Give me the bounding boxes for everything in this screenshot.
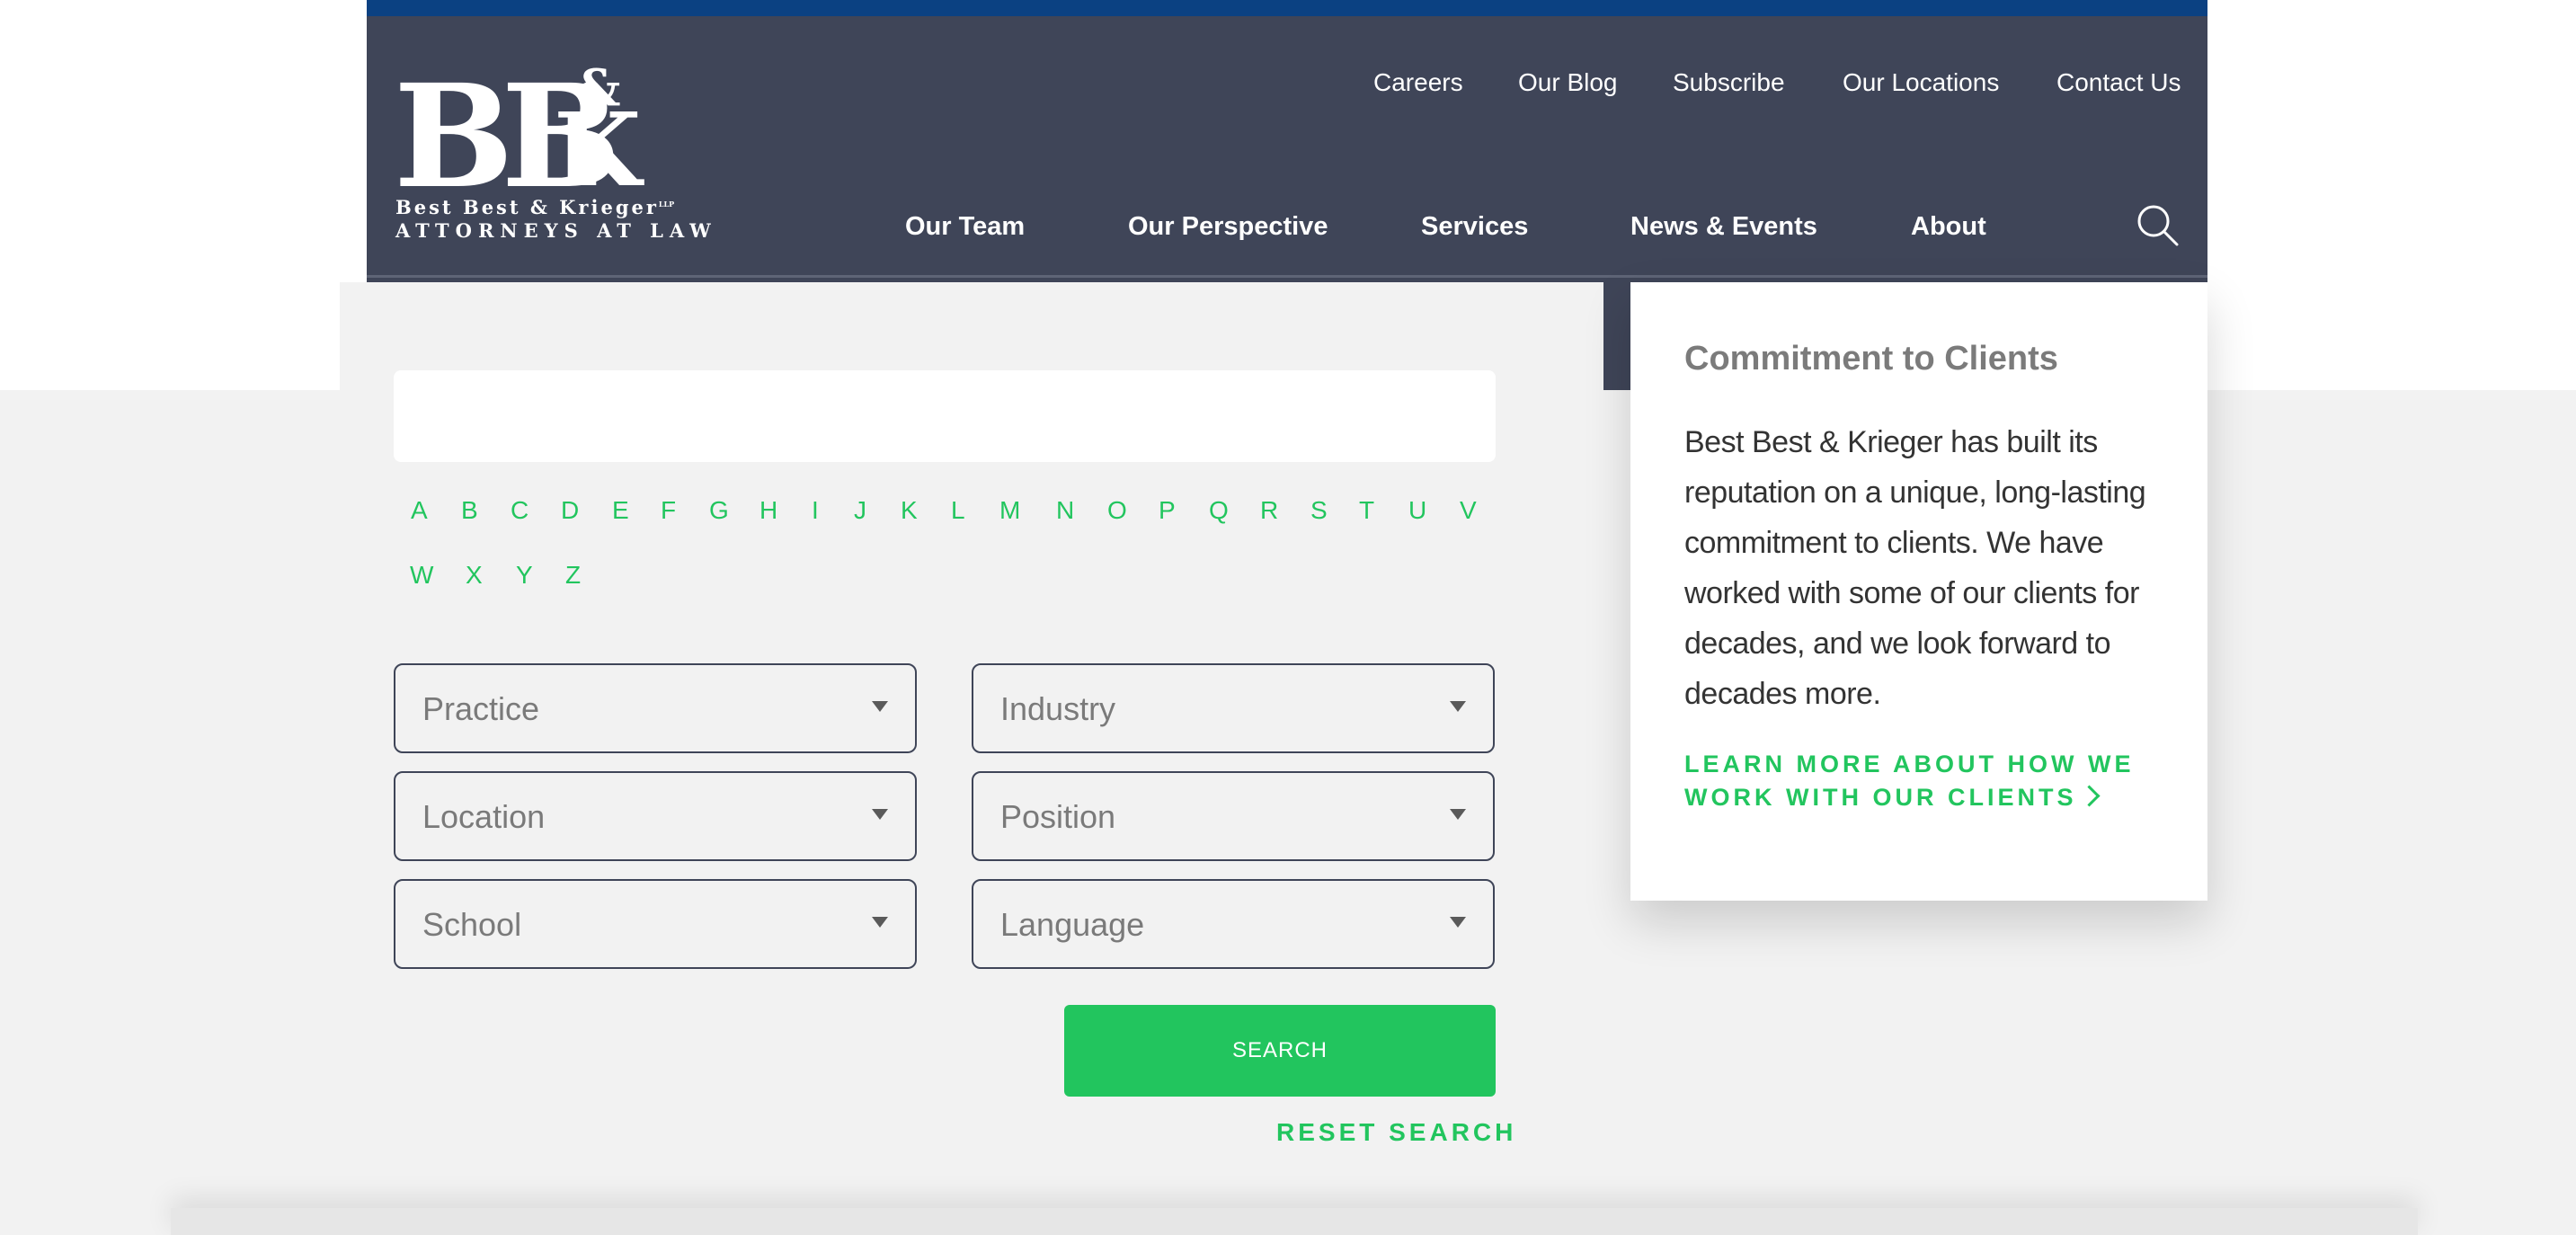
school-select[interactable]: School [394,879,917,969]
nav-our-locations[interactable]: Our Locations [1843,68,1999,97]
alpha-letter[interactable]: N [1056,496,1074,525]
logo-tagline: ATTORNEYS AT LAW [395,219,717,242]
alpha-letter[interactable]: I [812,496,819,525]
commitment-card: Commitment to Clients Best Best & Kriege… [1630,282,2207,901]
alpha-letter[interactable]: A [411,496,428,525]
alpha-letter[interactable]: Q [1209,496,1229,525]
alpha-letter[interactable]: L [951,496,965,525]
alpha-letter[interactable]: K [901,496,918,525]
language-select[interactable]: Language [972,879,1495,969]
search-button[interactable]: SEARCH [1064,1005,1496,1097]
alpha-letter[interactable]: W [410,561,433,590]
caret-down-icon [872,917,888,928]
nav-news-events[interactable]: News & Events [1630,212,1817,242]
alpha-letter[interactable]: Y [516,561,533,590]
caret-down-icon [1450,701,1466,712]
nav-our-perspective[interactable]: Our Perspective [1128,212,1328,242]
industry-select[interactable]: Industry [972,663,1495,753]
alpha-letter[interactable]: H [759,496,777,525]
card-title: Commitment to Clients [1684,340,2058,378]
location-select[interactable]: Location [394,771,917,861]
logo-firm-name: Best Best & KriegerLLP [395,196,675,218]
nav-our-team[interactable]: Our Team [905,212,1025,242]
alpha-letter[interactable]: V [1460,496,1477,525]
nav-services[interactable]: Services [1421,212,1528,242]
alpha-letter[interactable]: X [466,561,483,590]
caret-down-icon [1450,809,1466,820]
alpha-letter[interactable]: D [561,496,579,525]
alpha-letter[interactable]: G [709,496,729,525]
practice-select[interactable]: Practice [394,663,917,753]
chevron-right-icon [2078,785,2101,807]
nav-careers[interactable]: Careers [1373,68,1463,97]
search-icon[interactable] [2136,203,2181,248]
lower-section-edge [171,1208,2418,1235]
alpha-letter[interactable]: U [1408,496,1426,525]
header-divider [367,275,2207,278]
site-logo[interactable]: BB & K Best Best & KriegerLLP ATTORNEYS … [394,63,711,248]
name-search-input[interactable] [394,370,1496,462]
caret-down-icon [872,701,888,712]
caret-down-icon [872,809,888,820]
alpha-letter[interactable]: B [461,496,478,525]
card-body: Best Best & Krieger has built its reputa… [1684,425,2146,711]
caret-down-icon [1450,917,1466,928]
alpha-letter[interactable]: Z [565,561,581,590]
top-accent-stripe [367,0,2207,16]
alpha-letter[interactable]: E [612,496,629,525]
nav-subscribe[interactable]: Subscribe [1673,68,1785,97]
nav-our-blog[interactable]: Our Blog [1518,68,1618,97]
reset-search-link[interactable]: RESET SEARCH [1276,1118,1513,1147]
alpha-letter[interactable]: M [999,496,1020,525]
learn-more-link[interactable]: LEARN MORE ABOUT HOW WE WORK WITH OUR CL… [1684,748,2170,814]
nav-contact-us[interactable]: Contact Us [2056,68,2181,97]
nav-about[interactable]: About [1911,212,1986,242]
alpha-letter[interactable]: F [661,496,676,525]
alpha-letter[interactable]: R [1260,496,1278,525]
card-header-backdrop [1603,282,1630,390]
alpha-letter[interactable]: C [511,496,529,525]
alpha-letter[interactable]: S [1310,496,1328,525]
alpha-letter[interactable]: T [1359,496,1374,525]
alpha-letter[interactable]: J [854,496,866,525]
alpha-letter[interactable]: O [1107,496,1127,525]
alpha-letter[interactable]: P [1159,496,1176,525]
position-select[interactable]: Position [972,771,1495,861]
